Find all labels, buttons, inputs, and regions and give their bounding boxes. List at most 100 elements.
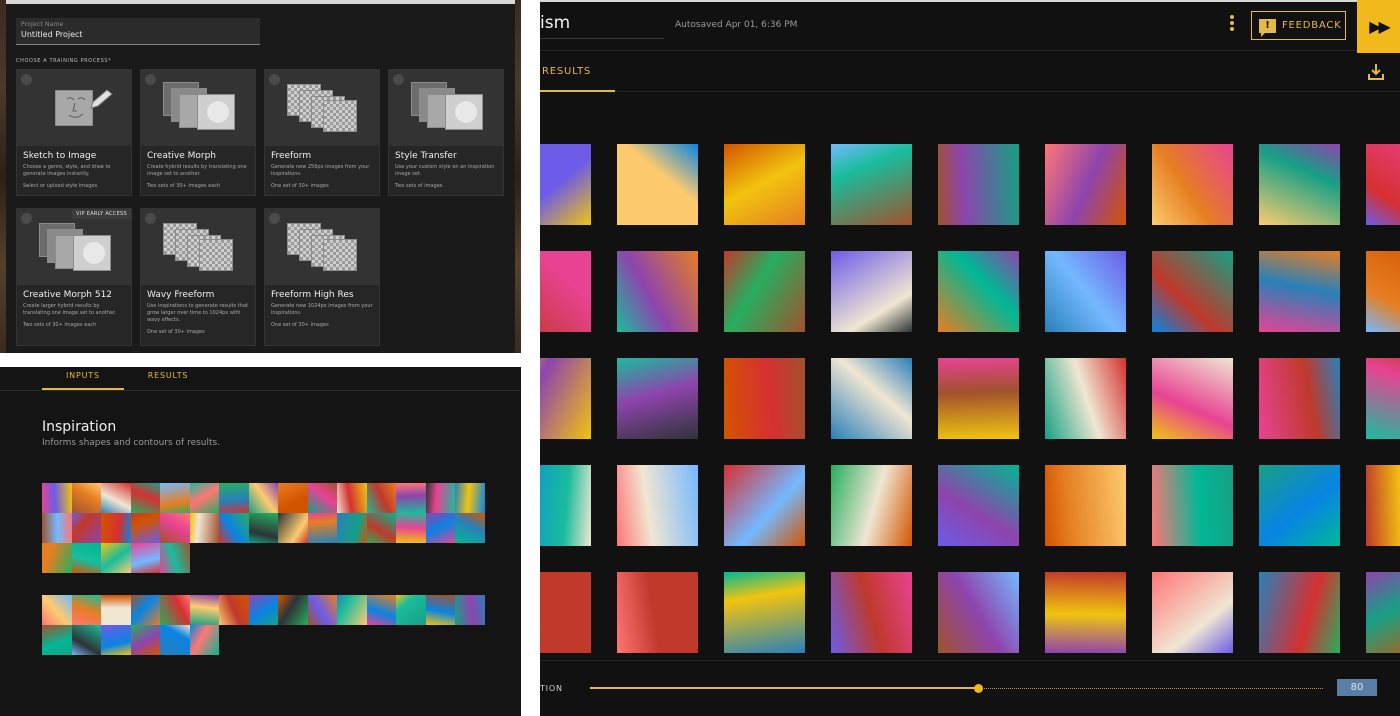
inspiration-thumbnail[interactable] (455, 595, 485, 625)
result-image[interactable] (540, 465, 591, 546)
radio-button[interactable] (21, 74, 32, 85)
result-image[interactable] (617, 144, 698, 225)
inspiration-thumbnail[interactable] (366, 483, 396, 513)
inspiration-thumbnail[interactable] (130, 483, 160, 513)
result-image[interactable] (617, 465, 698, 546)
result-image[interactable] (1259, 465, 1340, 546)
inspiration-thumbnail[interactable] (42, 543, 72, 573)
inspiration-thumbnail[interactable] (396, 513, 426, 543)
inspiration-thumbnail[interactable] (71, 625, 101, 655)
result-image[interactable] (540, 358, 591, 439)
result-image[interactable] (831, 251, 912, 332)
inspiration-thumbnail[interactable] (42, 513, 72, 543)
inspiration-thumbnail[interactable] (101, 595, 131, 625)
project-name-field[interactable]: Project Name Untitled Project (16, 18, 260, 45)
inspiration-thumbnail[interactable] (219, 483, 249, 513)
process-card-creative-morph[interactable]: Creative Morph Create hybrid results by … (140, 69, 256, 196)
inspiration-thumbnail[interactable] (160, 483, 190, 513)
inspiration-thumbnail[interactable] (42, 625, 72, 655)
radio-button[interactable] (269, 213, 280, 224)
result-image[interactable] (617, 251, 698, 332)
result-image[interactable] (1366, 572, 1400, 653)
result-image[interactable] (1366, 358, 1400, 439)
inspiration-thumbnail[interactable] (307, 595, 337, 625)
radio-button[interactable] (269, 74, 280, 85)
inspiration-image-set-1[interactable] (42, 483, 485, 573)
result-image[interactable] (938, 144, 1019, 225)
inspiration-thumbnail[interactable] (42, 483, 72, 513)
process-card-style-transfer[interactable]: Style Transfer Use your custom style on … (388, 69, 504, 196)
slider-thumb[interactable] (974, 684, 984, 693)
project-title[interactable]: ism (540, 13, 570, 33)
inspiration-image-set-2[interactable] (42, 595, 485, 655)
result-image[interactable] (1259, 572, 1340, 653)
result-image[interactable] (1045, 358, 1126, 439)
tab-results-active[interactable]: RESULTS (540, 52, 615, 92)
result-image[interactable] (1259, 251, 1340, 332)
result-image[interactable] (724, 144, 805, 225)
result-image[interactable] (938, 572, 1019, 653)
kebab-menu-icon[interactable] (1228, 15, 1236, 35)
inspiration-thumbnail[interactable] (189, 483, 219, 513)
fast-forward-button[interactable]: ▶▶ (1357, 0, 1400, 53)
inspiration-thumbnail[interactable] (396, 595, 426, 625)
result-image[interactable] (1259, 144, 1340, 225)
result-image[interactable] (1045, 251, 1126, 332)
inspiration-thumbnail[interactable] (219, 595, 249, 625)
result-image[interactable] (540, 144, 591, 225)
result-image[interactable] (831, 572, 912, 653)
inspiration-thumbnail[interactable] (160, 625, 190, 655)
result-image[interactable] (938, 465, 1019, 546)
result-image[interactable] (831, 144, 912, 225)
inspiration-thumbnail[interactable] (160, 595, 190, 625)
inspiration-thumbnail[interactable] (278, 513, 308, 543)
inspiration-thumbnail[interactable] (425, 595, 455, 625)
radio-button[interactable] (145, 213, 156, 224)
inspiration-thumbnail[interactable] (455, 513, 485, 543)
inspiration-thumbnail[interactable] (248, 595, 278, 625)
result-image[interactable] (617, 572, 698, 653)
result-image[interactable] (1152, 572, 1233, 653)
result-image[interactable] (831, 465, 912, 546)
slider-value-box[interactable]: 80 (1337, 679, 1377, 696)
result-image[interactable] (1259, 358, 1340, 439)
result-image[interactable] (724, 572, 805, 653)
inspiration-thumbnail[interactable] (248, 513, 278, 543)
inspiration-thumbnail[interactable] (130, 513, 160, 543)
tab-inputs[interactable]: INPUTS (42, 367, 124, 390)
result-image[interactable] (831, 358, 912, 439)
radio-button[interactable] (393, 74, 404, 85)
inspiration-thumbnail[interactable] (71, 483, 101, 513)
result-image[interactable] (1045, 465, 1126, 546)
process-card-creative-morph-512[interactable]: VIP EARLY ACCESS Creative Morph 512 Crea… (16, 208, 132, 346)
result-image[interactable] (540, 251, 591, 332)
inspiration-thumbnail[interactable] (455, 483, 485, 513)
inspiration-thumbnail[interactable] (160, 543, 190, 573)
result-image[interactable] (1366, 144, 1400, 225)
result-image[interactable] (724, 358, 805, 439)
inspiration-thumbnail[interactable] (42, 595, 72, 625)
inspiration-thumbnail[interactable] (425, 483, 455, 513)
inspiration-thumbnail[interactable] (248, 483, 278, 513)
result-image[interactable] (1045, 144, 1126, 225)
inspiration-thumbnail[interactable] (366, 595, 396, 625)
result-image[interactable] (1152, 465, 1233, 546)
feedback-button[interactable]: ! FEEDBACK (1251, 11, 1346, 40)
result-image[interactable] (938, 358, 1019, 439)
inspiration-thumbnail[interactable] (130, 543, 160, 573)
result-image[interactable] (1045, 572, 1126, 653)
inspiration-thumbnail[interactable] (101, 483, 131, 513)
radio-button[interactable] (145, 74, 156, 85)
result-image[interactable] (1152, 358, 1233, 439)
project-name-input[interactable]: Untitled Project (21, 30, 255, 39)
inspiration-thumbnail[interactable] (278, 483, 308, 513)
result-image[interactable] (617, 358, 698, 439)
result-image[interactable] (1152, 144, 1233, 225)
result-image[interactable] (1366, 465, 1400, 546)
inspiration-thumbnail[interactable] (101, 625, 131, 655)
radio-button[interactable] (21, 213, 32, 224)
result-image[interactable] (724, 251, 805, 332)
inspiration-thumbnail[interactable] (189, 595, 219, 625)
process-card-sketch-to-image[interactable]: Sketch to Image Choose a genre, style, a… (16, 69, 132, 196)
inspiration-thumbnail[interactable] (71, 595, 101, 625)
